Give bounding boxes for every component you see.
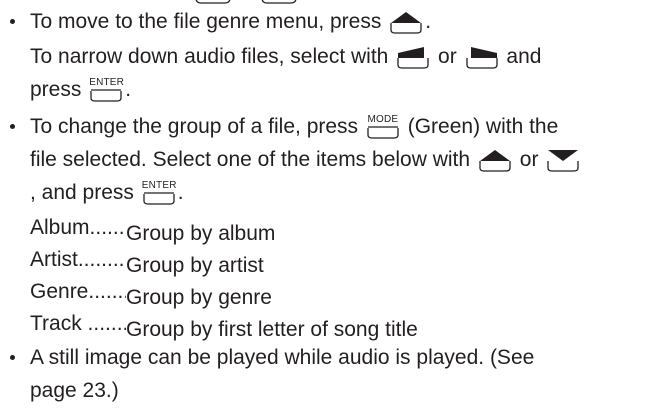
down-arrow-button-icon bbox=[546, 148, 580, 172]
text: press bbox=[30, 78, 82, 101]
bullet2-line2: file selected. Select one of the items b… bbox=[30, 148, 582, 172]
bullet-dot bbox=[10, 124, 15, 129]
group-term: Artist........... bbox=[30, 248, 126, 271]
text: , and press bbox=[30, 181, 134, 204]
enter-button-icon: ENTER bbox=[142, 180, 176, 205]
group-item-genre: Genre.........Group by genre bbox=[30, 280, 272, 309]
text: . bbox=[125, 78, 132, 101]
left-arrow-button-icon bbox=[396, 45, 430, 69]
group-desc: Group by album bbox=[126, 222, 276, 245]
mode-button-icon: MODE bbox=[366, 114, 400, 139]
group-desc: Group by artist bbox=[126, 254, 264, 277]
bullet2-line1: To change the group of a file, press MOD… bbox=[30, 114, 559, 139]
bullet3-line1: A still image can be played while audio … bbox=[30, 346, 534, 370]
partial-button-icons bbox=[195, 0, 297, 4]
text: (Green) with the bbox=[407, 115, 559, 138]
text: . bbox=[177, 181, 184, 204]
group-item-track: Track ..........Group by first letter of… bbox=[30, 312, 418, 341]
text: To move to the file genre menu, press bbox=[30, 10, 382, 33]
group-item-artist: Artist...........Group by artist bbox=[30, 248, 264, 277]
bullet3-line2: page 23.) bbox=[30, 379, 119, 403]
group-term: Album......... bbox=[30, 216, 126, 239]
group-desc: Group by genre bbox=[126, 286, 272, 309]
page: To move to the file genre menu, press . … bbox=[0, 0, 672, 413]
bullet2-line3: , and press ENTER . bbox=[30, 180, 184, 205]
top-fragment bbox=[195, 0, 335, 6]
bullet1-line3: press ENTER . bbox=[30, 77, 132, 102]
up-arrow-button-icon bbox=[389, 10, 423, 34]
group-item-album: Album.........Group by album bbox=[30, 216, 275, 245]
text: or bbox=[438, 45, 457, 68]
text: A still image can be played while audio … bbox=[30, 346, 535, 369]
group-term: Track .......... bbox=[30, 312, 126, 335]
bullet-dot bbox=[10, 355, 15, 360]
text: or bbox=[519, 148, 539, 171]
right-arrow-button-icon bbox=[465, 45, 499, 69]
enter-button-icon: ENTER bbox=[89, 77, 124, 102]
bullet1-line2: To narrow down audio files, select with … bbox=[30, 45, 541, 69]
text: To narrow down audio files, select with bbox=[30, 45, 389, 68]
bullet-dot bbox=[10, 19, 15, 24]
group-desc: Group by first letter of song title bbox=[126, 318, 418, 341]
text: To change the group of a file, press bbox=[30, 115, 359, 138]
group-term: Genre......... bbox=[30, 280, 126, 303]
bullet1-line1: To move to the file genre menu, press . bbox=[30, 10, 431, 34]
text: . bbox=[425, 10, 432, 33]
text: file selected. Select one of the items b… bbox=[30, 148, 471, 171]
text: page 23.) bbox=[30, 379, 119, 402]
up-arrow-button-icon bbox=[478, 148, 512, 172]
text: and bbox=[506, 45, 542, 68]
